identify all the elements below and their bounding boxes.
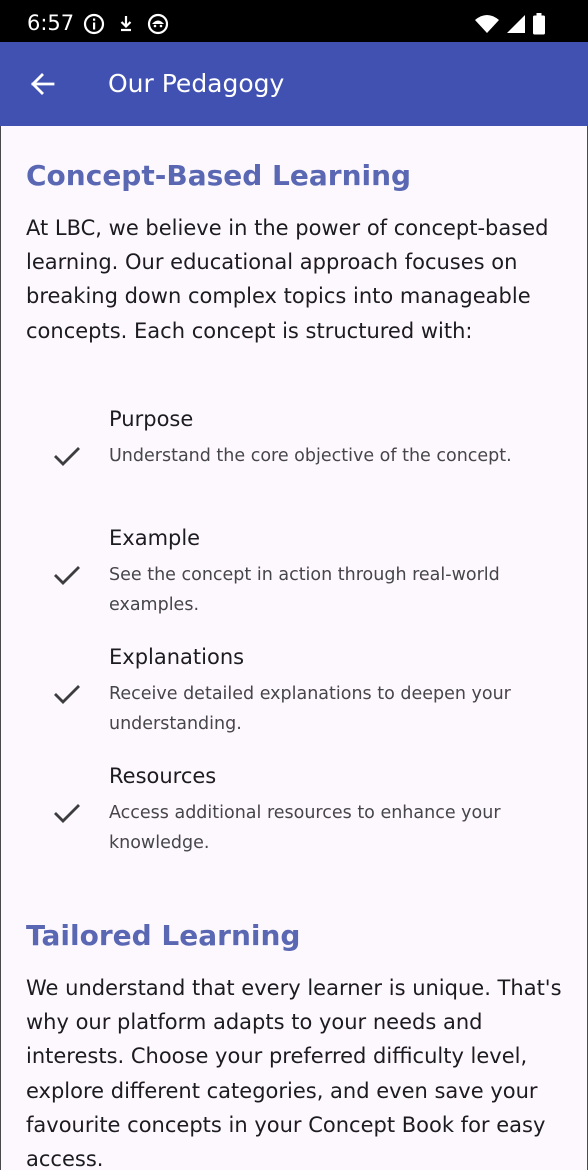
status-icons-left [83,13,169,35]
check-icon [54,566,80,585]
android-face-icon [147,13,169,35]
feature-title: Resources [109,764,217,788]
page-title: Our Pedagogy [108,69,285,98]
feature-title: Explanations [109,645,245,669]
signal-icon [507,15,525,33]
feature-description: Understand the core objective of the con… [109,446,512,466]
status-icons-right [474,13,546,35]
section-body-tailored: We understand that every learner is uniq… [26,976,562,1170]
feature-description: Receive detailed explanations to deepen … [109,684,511,734]
check-icon [54,447,80,466]
info-icon [83,13,105,35]
section-body-concept-based: At LBC, we believe in the power of conce… [26,216,549,343]
status-bar: 6:57 [0,0,588,48]
feature-description: Access additional resources to enhance y… [109,803,501,853]
back-button[interactable] [22,64,62,104]
download-icon [120,16,132,32]
arrow-back-icon [31,73,55,95]
feature-title: Example [109,526,201,550]
feature-description: See the concept in action through real-w… [109,565,500,615]
feature-item-example: Example See the concept in action throug… [1,526,587,636]
feature-item-explanations: Explanations Receive detailed explanatio… [1,645,587,755]
section-title-tailored: Tailored Learning [26,919,301,952]
check-icon [54,804,80,823]
feature-item-resources: Resources Access additional resources to… [1,764,587,874]
section-title-concept-based: Concept-Based Learning [26,159,412,192]
feature-title: Purpose [109,407,194,431]
app-bar: Our Pedagogy [0,42,588,126]
status-time: 6:57 [27,11,75,35]
feature-item-purpose: Purpose Understand the core objective of… [1,407,587,517]
check-icon [54,685,80,704]
wifi-icon [475,15,499,33]
battery-icon [533,13,545,35]
content-scroll[interactable]: Concept-Based Learning At LBC, we believ… [0,126,588,1170]
